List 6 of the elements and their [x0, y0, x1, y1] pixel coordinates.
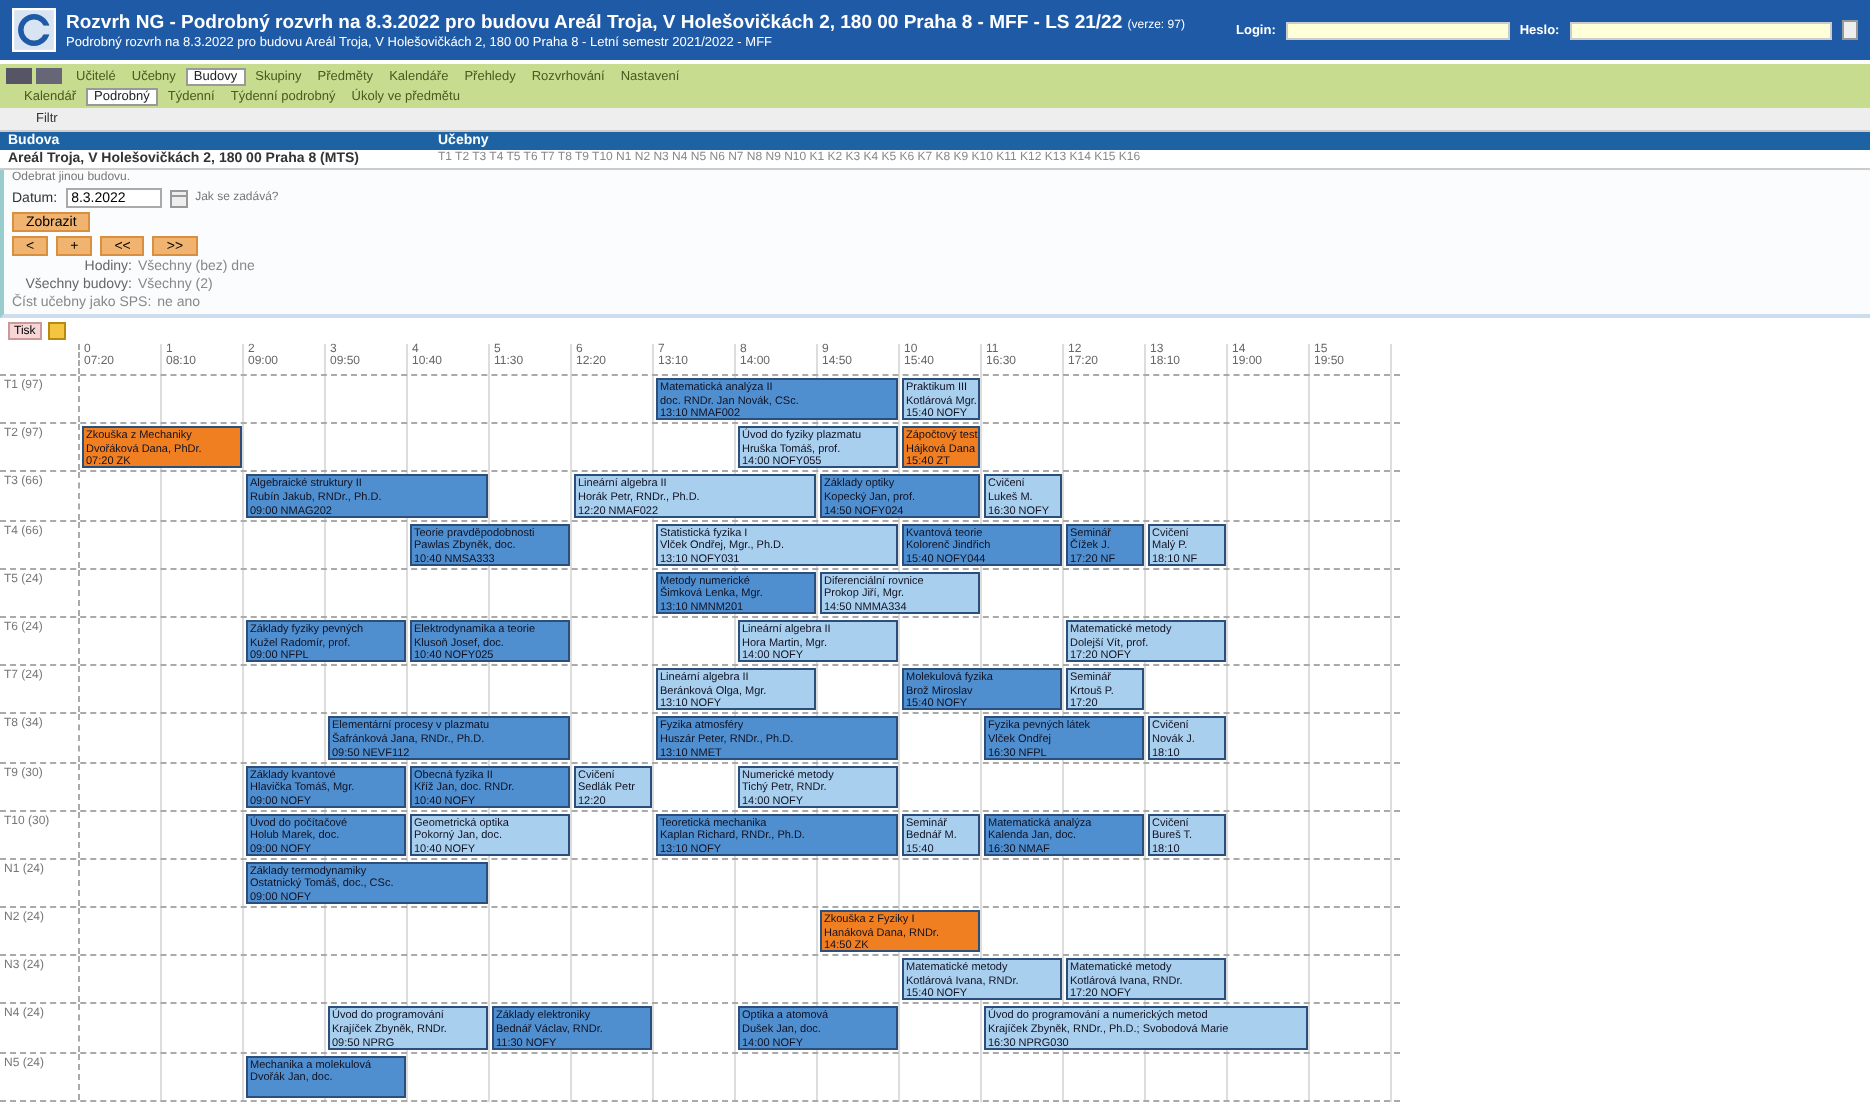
- page-title: Rozvrh NG - Podrobný rozvrh na 8.3.2022 pro budovu Areál Troja, V Holešovičkách 2, 180 00 Praha 8 - MFF - LS 21/22: [66, 11, 1123, 33]
- login-field[interactable]: [1285, 21, 1510, 39]
- calendar-icon[interactable]: [169, 189, 188, 207]
- logo-icon: [12, 8, 56, 52]
- password-field[interactable]: [1569, 21, 1832, 39]
- login-button[interactable]: [1842, 20, 1858, 40]
